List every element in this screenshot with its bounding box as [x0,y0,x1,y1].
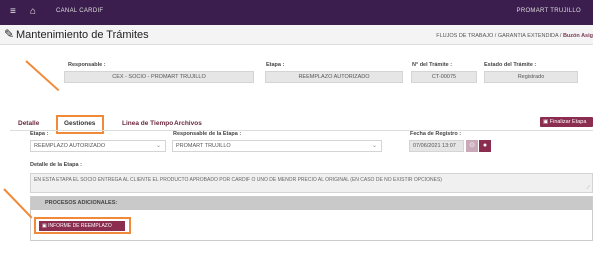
detalle-etapa-textarea[interactable]: EN ESTA ETAPA EL SOCIO ENTREGA AL CLIENT… [30,173,593,193]
procesos-adicionales-title: PROCESOS ADICIONALES: [45,200,118,206]
resize-handle-icon[interactable]: ⟋ [586,185,590,191]
chevron-down-icon: ⌄ [155,143,161,149]
brand-label: CANAL CARDIF [56,8,104,14]
estado-field: Registrado [484,71,578,83]
responsable-etapa-value: PROMART TRUJILLO [176,143,231,149]
etapa-label: Etapa : [30,131,49,137]
tabs-divider [10,130,593,131]
home-icon[interactable]: ⌂ [30,6,36,17]
finalizar-etapa-label: Finalizar Etapa [549,119,587,125]
informe-reemplazo-button[interactable]: ▣ INFORME DE REEMPLAZO [39,221,125,231]
tab-gestiones[interactable]: Gestiones [64,120,95,127]
annotation-arrow-tab [25,60,60,92]
responsable-label: Responsable : [68,62,106,68]
breadcrumb-path[interactable]: FLUJOS DE TRABAJO / GARANTIA EXTENDIDA / [436,33,563,39]
responsable-field: CEX - SOCIO - PROMART TRUJILLO [64,71,254,83]
annotation-arrow-button [3,188,33,219]
tab-archivos[interactable]: Archivos [174,120,202,127]
etapa-select-value: REEMPLAZO AUTORIZADO [34,143,106,149]
clock-icon[interactable]: ⊙ [466,140,478,152]
page-header: ✎ Mantenimiento de Trámites FLUJOS DE TR… [0,25,593,45]
responsable-etapa-select[interactable]: PROMART TRUJILLO ⌄ [172,140,382,152]
finalizar-etapa-button[interactable]: ▣ Finalizar Etapa [540,117,593,127]
breadcrumb: FLUJOS DE TRABAJO / GARANTIA EXTENDIDA /… [436,33,593,39]
detalle-etapa-value: EN ESTA ETAPA EL SOCIO ENTREGA AL CLIENT… [34,177,442,183]
save-icon: ▣ [543,119,549,125]
informe-reemplazo-label: INFORME DE REEMPLAZO [48,223,112,229]
etapa-summary-field: REEMPLAZO AUTORIZADO [265,71,403,83]
edit-icon: ✎ [4,27,15,41]
estado-label: Estado del Trámite : [484,62,537,68]
hamburger-icon[interactable]: ≡ [10,6,16,17]
user-icon[interactable]: ● [479,140,491,152]
tramite-field: CT-00075 [411,71,477,83]
fecha-registro-field: 07/06/2021 13:07 [409,140,464,152]
user-menu[interactable]: PROMART TRUJILLO [517,8,581,14]
responsable-etapa-label: Responsable de la Etapa : [173,131,242,137]
chevron-down-icon: ⌄ [371,143,377,149]
etapa-select[interactable]: REEMPLAZO AUTORIZADO ⌄ [30,140,166,152]
etapa-summary-label: Etapa : [266,62,285,68]
tab-detalle[interactable]: Detalle [18,120,39,127]
tab-linea-de-tiempo[interactable]: Linea de Tiempo [122,120,173,127]
document-icon: ▣ [42,223,47,229]
top-navbar: ≡ ⌂ CANAL CARDIF PROMART TRUJILLO [0,0,593,25]
breadcrumb-current: Buzón Asig [562,33,593,39]
procesos-adicionales-header: PROCESOS ADICIONALES: [31,197,592,210]
fecha-registro-label: Fecha de Registro : [410,131,462,137]
detalle-etapa-label: Detalle de la Etapa : [30,162,82,168]
page-title: Mantenimiento de Trámites [16,29,149,41]
tramite-label: N° del Trámite : [412,62,453,68]
